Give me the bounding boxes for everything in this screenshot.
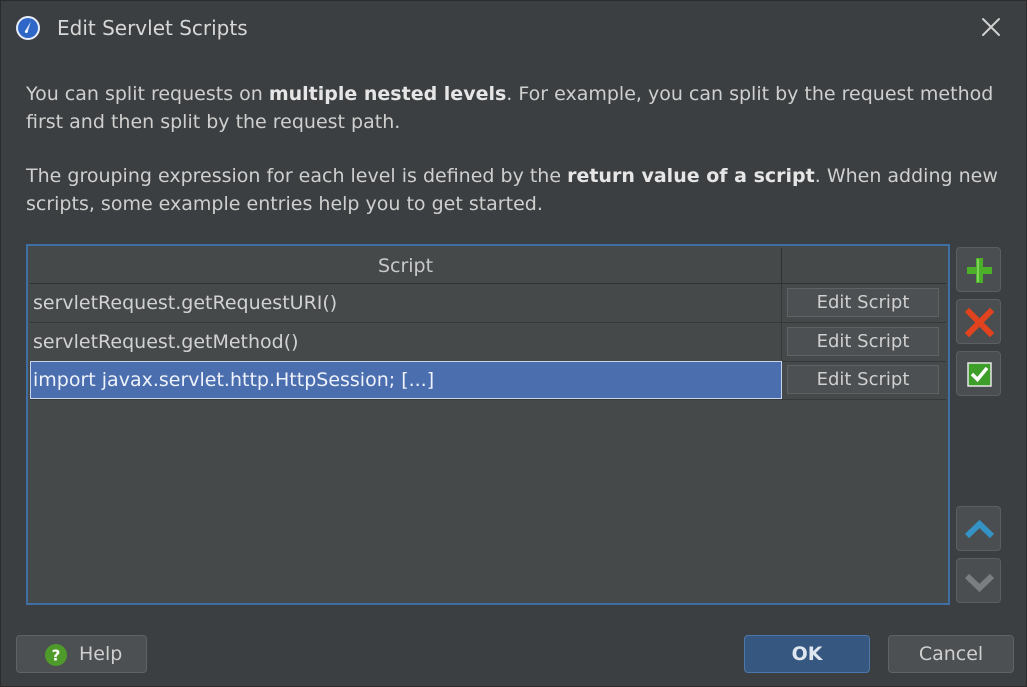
plus-icon xyxy=(967,258,992,283)
script-cell[interactable]: import javax.servlet.http.HttpSession; [… xyxy=(30,361,782,399)
title-bar: Edit Servlet Scripts xyxy=(1,1,1026,55)
svg-text:?: ? xyxy=(52,647,61,665)
column-header-script[interactable]: Script xyxy=(30,248,782,283)
checkmark-icon xyxy=(967,362,992,387)
close-icon[interactable] xyxy=(977,13,1005,41)
chevron-down-icon xyxy=(964,573,995,593)
edit-servlet-scripts-dialog: Edit Servlet Scripts You can split reque… xyxy=(0,0,1027,687)
description-paragraph-2: The grouping expression for each level i… xyxy=(26,162,1001,218)
table-header: Script xyxy=(30,248,946,284)
edit-script-button[interactable]: Edit Script xyxy=(787,365,939,394)
table-row[interactable]: servletRequest.getMethod() Edit Script xyxy=(30,323,946,362)
desc2-text: The grouping expression for each level i… xyxy=(26,165,568,187)
chevron-up-icon xyxy=(964,519,995,539)
cancel-button[interactable]: Cancel xyxy=(888,635,1014,673)
ok-button[interactable]: OK xyxy=(744,635,870,673)
action-cell: Edit Script xyxy=(782,361,946,399)
desc2-bold: return value of a script xyxy=(567,165,815,187)
add-script-button[interactable] xyxy=(956,247,1001,292)
help-button[interactable]: ? Help xyxy=(16,635,147,673)
move-up-button[interactable] xyxy=(956,506,1001,551)
window-title: Edit Servlet Scripts xyxy=(57,16,248,40)
action-cell: Edit Script xyxy=(782,323,946,361)
script-cell[interactable]: servletRequest.getRequestURI() xyxy=(30,284,782,322)
move-down-button[interactable] xyxy=(956,558,1001,603)
column-header-action[interactable] xyxy=(782,248,946,283)
compass-icon xyxy=(16,16,40,40)
desc1-text: You can split requests on xyxy=(26,83,269,105)
edit-script-button[interactable]: Edit Script xyxy=(787,327,939,356)
check-script-button[interactable] xyxy=(956,351,1001,396)
desc1-bold: multiple nested levels xyxy=(268,83,507,105)
description-paragraph-1: You can split requests on multiple neste… xyxy=(26,80,1001,136)
edit-script-button[interactable]: Edit Script xyxy=(787,288,939,317)
script-cell[interactable]: servletRequest.getMethod() xyxy=(30,323,782,361)
scripts-table[interactable]: Script servletRequest.getRequestURI() Ed… xyxy=(26,244,950,605)
action-cell: Edit Script xyxy=(782,284,946,322)
help-label: Help xyxy=(79,643,123,665)
help-icon: ? xyxy=(45,644,67,666)
x-icon xyxy=(964,307,995,338)
table-row-selected[interactable]: import javax.servlet.http.HttpSession; [… xyxy=(30,361,946,400)
remove-script-button[interactable] xyxy=(956,299,1001,344)
table-row[interactable]: servletRequest.getRequestURI() Edit Scri… xyxy=(30,284,946,323)
